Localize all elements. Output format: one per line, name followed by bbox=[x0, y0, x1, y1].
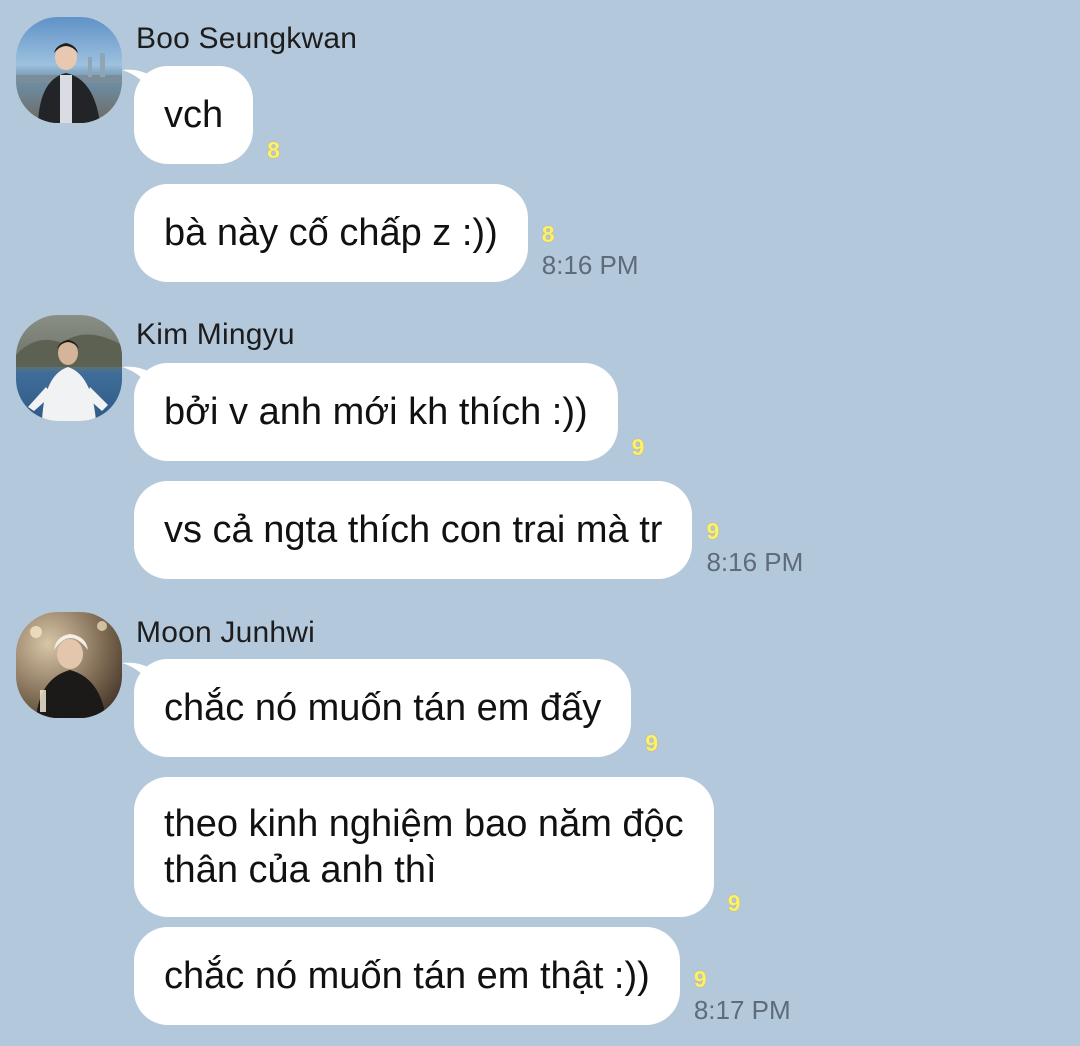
message-row: vch 8 bbox=[122, 66, 280, 164]
message-bubble[interactable]: vs cả ngta thích con trai mà tr bbox=[134, 481, 693, 579]
message-bubble[interactable]: chắc nó muốn tán em đấy bbox=[122, 659, 632, 757]
message-meta: 9 bbox=[632, 436, 645, 459]
unread-count: 8 bbox=[267, 137, 280, 163]
message-row: chắc nó muốn tán em thật :)) 9 8:17 PM bbox=[134, 927, 791, 1025]
message-meta: 9 bbox=[728, 892, 741, 915]
message-row: theo kinh nghiệm bao năm độc thân của an… bbox=[134, 777, 740, 917]
chat-view[interactable]: Boo Seungkwan vch 8 bà này cố chấp z :))… bbox=[0, 0, 1080, 1046]
unread-count: 9 bbox=[631, 434, 645, 460]
message-meta: 9 bbox=[645, 732, 658, 755]
bubble-tail-icon bbox=[122, 366, 152, 391]
bubble-tail-icon bbox=[122, 662, 152, 687]
avatar[interactable] bbox=[16, 315, 122, 421]
message-timestamp: 8:16 PM bbox=[541, 250, 639, 280]
message-bubble[interactable]: bà này cố chấp z :)) bbox=[134, 184, 528, 282]
message-timestamp: 8:17 PM bbox=[693, 995, 791, 1025]
unread-count: 9 bbox=[727, 890, 741, 916]
sender-name: Boo Seungkwan bbox=[136, 22, 358, 55]
message-meta: 8 bbox=[267, 139, 280, 162]
message-row: vs cả ngta thích con trai mà tr 9 8:16 P… bbox=[134, 481, 803, 579]
avatar[interactable] bbox=[16, 17, 122, 123]
avatar[interactable] bbox=[16, 612, 122, 718]
message-text-line: theo kinh nghiệm bao năm độc bbox=[164, 803, 684, 845]
unread-count: 8 bbox=[541, 221, 555, 247]
message-text: bà này cố chấp z :)) bbox=[164, 212, 498, 254]
message-text: chắc nó muốn tán em đấy bbox=[164, 687, 602, 729]
message-timestamp: 8:16 PM bbox=[706, 547, 804, 577]
message-meta: 9 8:17 PM bbox=[693, 966, 791, 1025]
avatar-photo-icon bbox=[16, 17, 122, 123]
message-row: bà này cố chấp z :)) 8 8:16 PM bbox=[134, 184, 639, 282]
message-meta: 9 8:16 PM bbox=[706, 518, 804, 577]
message-row: bởi v anh mới kh thích :)) 9 bbox=[122, 363, 645, 461]
unread-count: 9 bbox=[645, 730, 659, 756]
message-meta: 8 8:16 PM bbox=[541, 221, 639, 280]
message-bubble[interactable]: vch bbox=[122, 66, 254, 164]
message-text: bởi v anh mới kh thích :)) bbox=[164, 391, 588, 433]
message-bubble[interactable]: bởi v anh mới kh thích :)) bbox=[122, 363, 618, 461]
unread-count: 9 bbox=[693, 966, 707, 992]
message-row: chắc nó muốn tán em đấy 9 bbox=[122, 659, 658, 757]
message-text-line: thân của anh thì bbox=[164, 849, 437, 891]
message-bubble[interactable]: chắc nó muốn tán em thật :)) bbox=[134, 927, 680, 1025]
message-bubble[interactable]: theo kinh nghiệm bao năm độc thân của an… bbox=[134, 777, 714, 917]
unread-count: 9 bbox=[706, 518, 720, 544]
bubble-tail-icon bbox=[122, 69, 152, 94]
avatar-photo-icon bbox=[16, 315, 122, 421]
message-text: vs cả ngta thích con trai mà tr bbox=[164, 509, 663, 551]
sender-name: Kim Mingyu bbox=[136, 318, 295, 351]
sender-name: Moon Junhwi bbox=[136, 616, 315, 649]
message-text: chắc nó muốn tán em thật :)) bbox=[164, 955, 650, 997]
message-text: vch bbox=[164, 94, 224, 136]
avatar-photo-icon bbox=[16, 612, 122, 718]
